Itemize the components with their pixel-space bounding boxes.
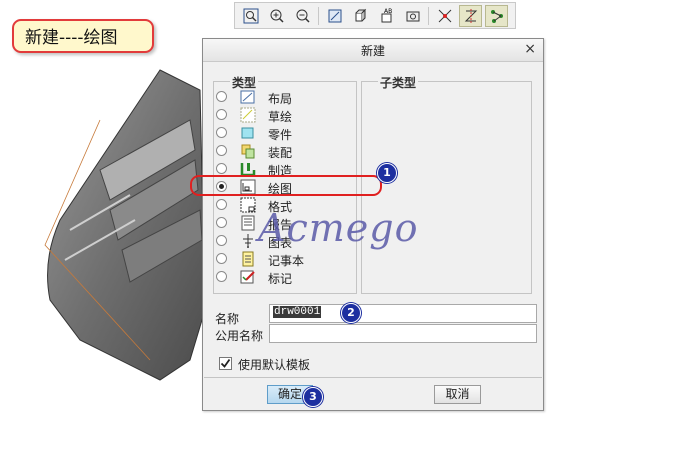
subtype-group-label: 子类型 (378, 74, 419, 91)
part-icon (241, 127, 254, 139)
toolbar-separator (428, 6, 429, 25)
step-1-badge: 1 (377, 163, 397, 183)
report-icon (241, 215, 255, 231)
name-value: drw0001 (273, 306, 322, 318)
type-label: 布局 (268, 92, 293, 106)
toolbar-separator (318, 6, 319, 25)
step-callout: 新建----绘图 (12, 19, 154, 53)
type-option[interactable]: 布局 (216, 89, 341, 107)
type-label: 记事本 (268, 254, 305, 268)
zoom-out-icon[interactable] (291, 5, 314, 27)
type-label: 标记 (268, 272, 293, 286)
spin-center-icon[interactable] (433, 5, 456, 27)
layout-icon (240, 90, 255, 104)
type-option[interactable]: 装配 (216, 143, 341, 161)
step-3-badge: 3 (303, 387, 323, 407)
type-radio[interactable] (216, 163, 227, 174)
drawing-highlight-ring (190, 175, 382, 196)
view-toolbar: AB (234, 2, 516, 29)
svg-text:AB: AB (384, 8, 392, 15)
type-option[interactable]: 草绘 (216, 107, 341, 125)
repaint-icon[interactable] (323, 5, 346, 27)
subtype-group: 子类型 (361, 74, 532, 294)
type-label: 零件 (268, 128, 293, 142)
notebook-icon (242, 251, 254, 267)
named-views-icon[interactable]: AB (375, 5, 398, 27)
markup-icon (240, 270, 255, 284)
shaded-view-icon[interactable] (349, 5, 372, 27)
type-radio[interactable] (216, 235, 227, 246)
sketch-icon (240, 107, 256, 123)
close-icon[interactable]: × (524, 41, 536, 57)
common-name-field[interactable] (269, 324, 537, 343)
diagram-icon (243, 234, 253, 248)
type-label: 草绘 (268, 110, 293, 124)
dialog-title: 新建 (360, 44, 385, 58)
axis-display-icon[interactable] (459, 4, 482, 27)
type-radio[interactable] (216, 199, 227, 210)
common-name-label: 公用名称 (215, 329, 264, 343)
name-label: 名称 (215, 312, 240, 326)
dialog-titlebar: 新建 × (203, 39, 543, 62)
type-option[interactable]: 标记 (216, 269, 341, 287)
type-label: 装配 (268, 146, 293, 160)
type-radio[interactable] (216, 145, 227, 156)
type-radio[interactable] (216, 217, 227, 228)
step-2-badge: 2 (341, 303, 361, 323)
point-display-icon[interactable] (485, 4, 508, 27)
zoom-in-icon[interactable] (265, 5, 288, 27)
dialog-divider (204, 377, 542, 378)
watermark: Acmego (258, 206, 419, 250)
type-radio[interactable] (216, 91, 227, 102)
use-default-template-label: 使用默认模板 (238, 358, 311, 372)
name-field[interactable]: drw0001 (269, 304, 537, 323)
type-option[interactable]: 记事本 (216, 251, 341, 269)
zoom-fit-icon[interactable] (239, 5, 262, 27)
type-radio[interactable] (216, 253, 227, 264)
type-radio[interactable] (216, 271, 227, 282)
assembly-icon (241, 144, 255, 159)
type-radio[interactable] (216, 109, 227, 120)
datum-display-icon[interactable] (401, 5, 424, 27)
checkmark-icon (220, 358, 231, 368)
use-default-template-checkbox[interactable] (219, 357, 232, 370)
type-option[interactable]: 零件 (216, 125, 341, 143)
cancel-button[interactable]: 取消 (434, 385, 481, 404)
format-icon (240, 197, 256, 213)
type-radio[interactable] (216, 127, 227, 138)
